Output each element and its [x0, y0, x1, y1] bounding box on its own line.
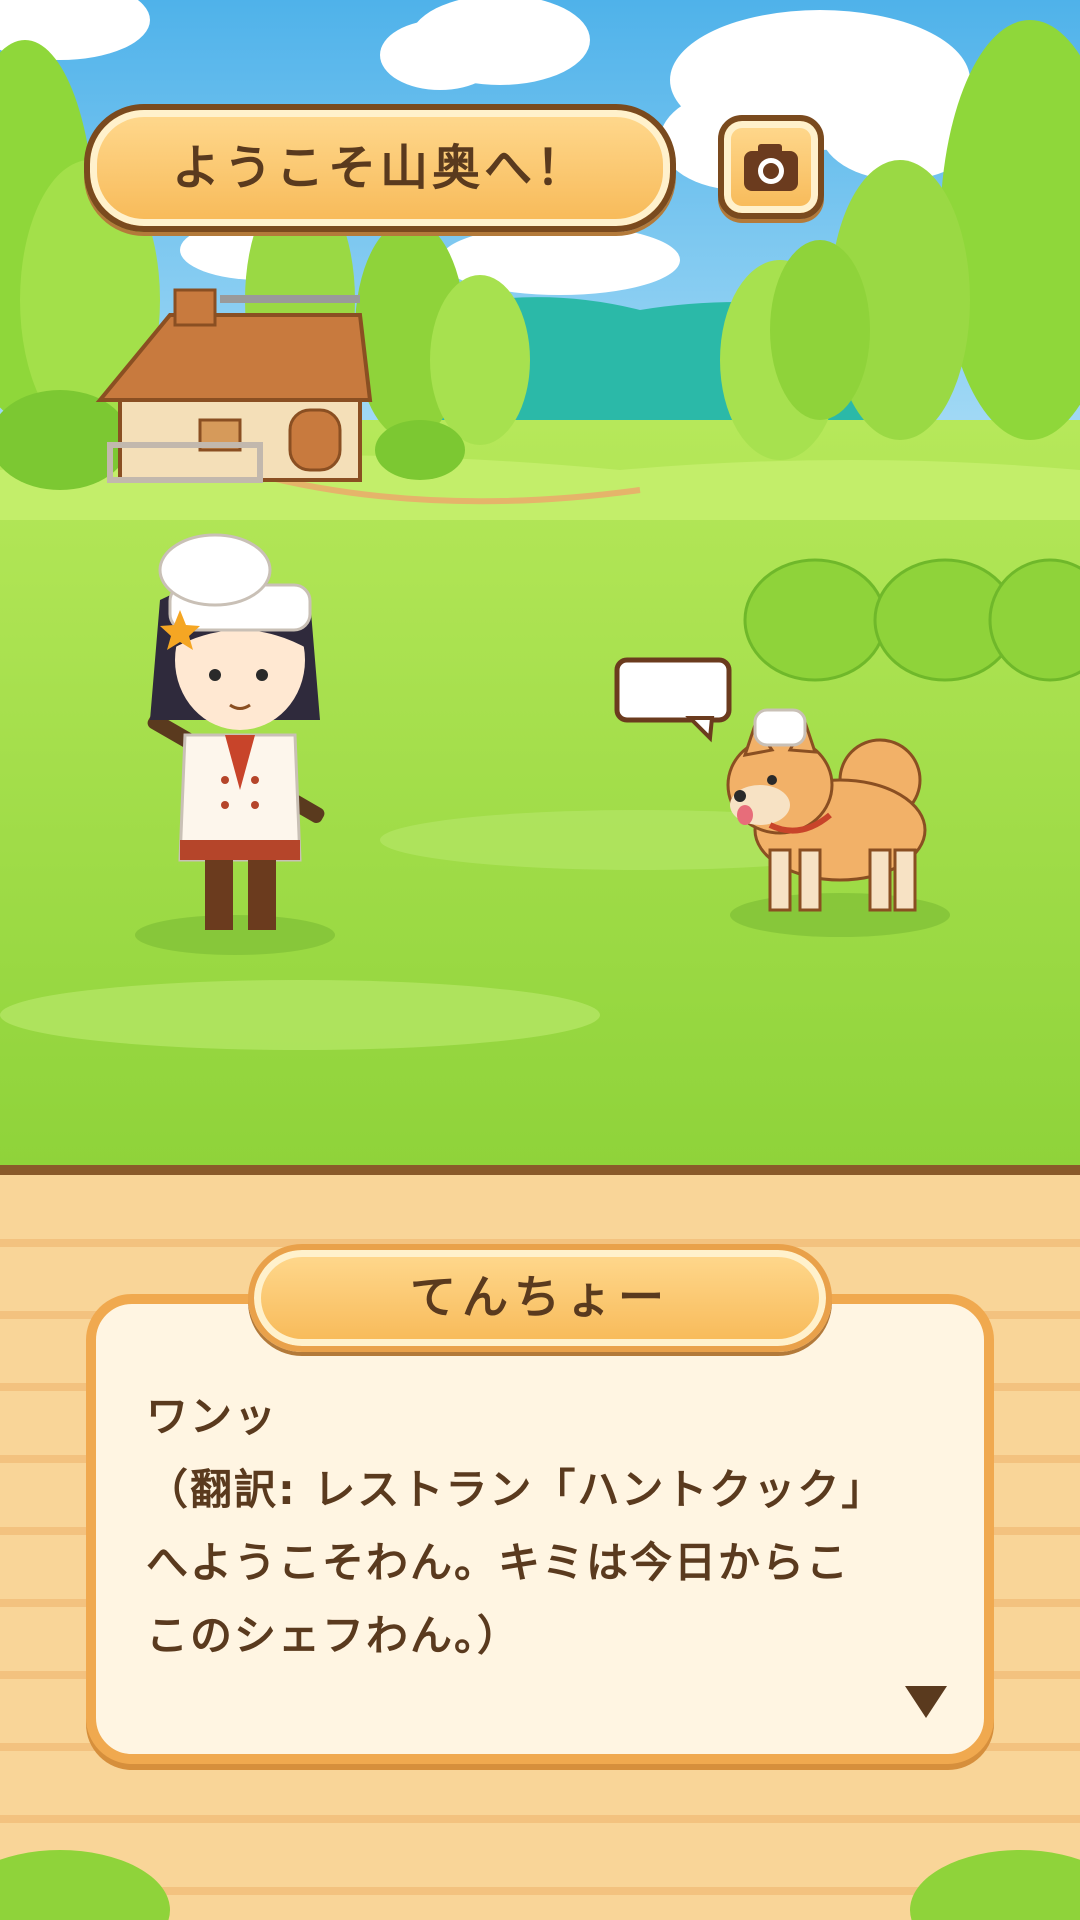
dialog-line: （翻訳: レストラン「ハントクック」 — [146, 1465, 886, 1514]
dialog-line: へようこそわん。キミは今日からこ — [146, 1538, 851, 1587]
title-banner: ようこそ山奥へ！ — [84, 104, 676, 232]
camera-button[interactable] — [718, 115, 824, 219]
dialog-line: ワンッ — [146, 1392, 279, 1441]
bushes — [743, 558, 1080, 682]
camera-icon — [744, 144, 798, 191]
dialog-line: このシェフわん。） — [146, 1611, 522, 1660]
bush-right — [910, 1850, 1080, 1920]
bush-left — [0, 1850, 170, 1920]
dialog-text: ワンッ （翻訳: レストラン「ハントクック」 へようこそわん。キミは今日からこ … — [146, 1380, 946, 1672]
triangle-down-icon[interactable] — [905, 1686, 947, 1718]
speaker-name-tab: てんちょー — [248, 1244, 832, 1352]
